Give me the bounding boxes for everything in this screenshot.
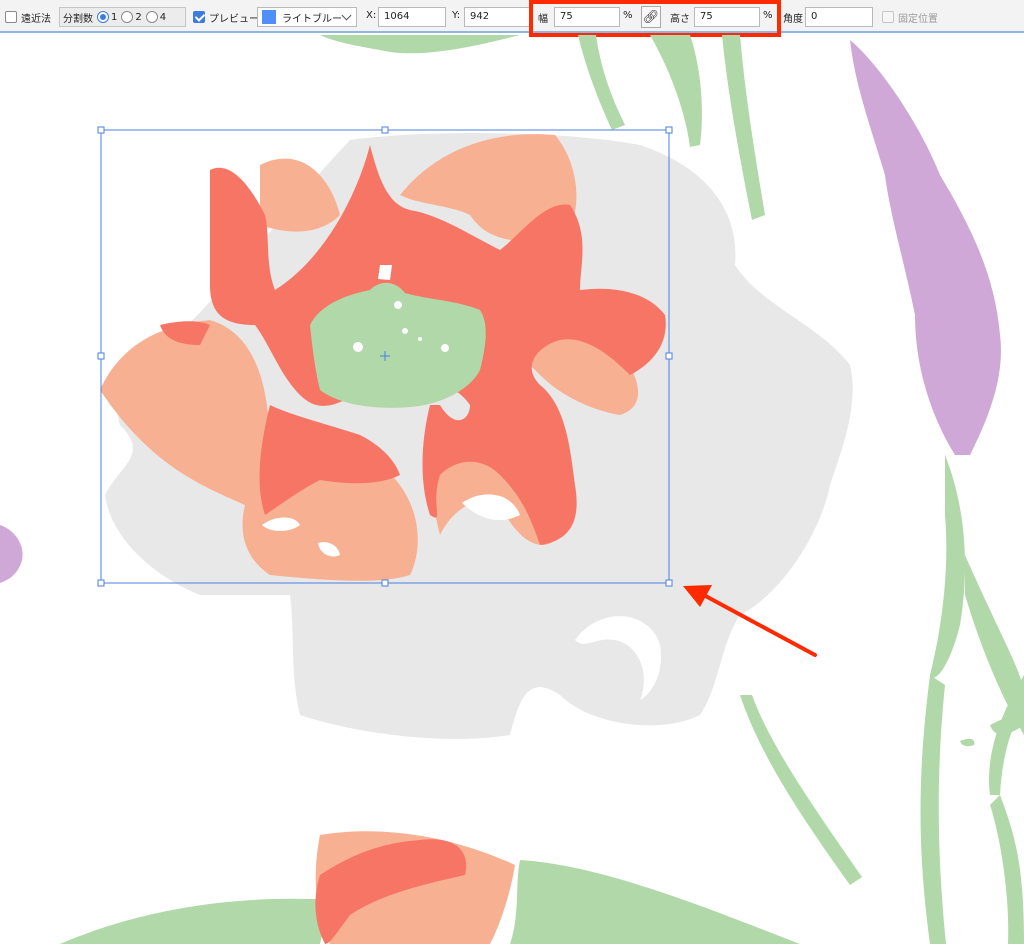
perspective-label: 遠近法: [21, 13, 51, 25]
divisions-option-4: 4: [159, 11, 167, 23]
handle-bottom-right[interactable]: [665, 579, 673, 587]
link-aspect-button[interactable]: 🔗︎: [641, 6, 661, 28]
height-label: 高さ: [670, 14, 690, 25]
color-swatch: [262, 10, 276, 24]
handle-top-right[interactable]: [665, 126, 673, 134]
divisions-radio-2[interactable]: [121, 11, 134, 23]
divisions-option-1: 1: [111, 11, 118, 23]
canvas-artwork: [0, 35, 1024, 944]
color-select-value: ライトブルー: [282, 13, 342, 25]
x-field[interactable]: 1064: [378, 7, 446, 27]
width-label: 幅: [538, 14, 548, 25]
preview-label: プレビュー: [209, 13, 259, 25]
y-field[interactable]: 942: [464, 7, 532, 27]
fixed-position-checkbox[interactable]: [882, 11, 894, 23]
handle-middle-right[interactable]: [665, 352, 673, 360]
width-field[interactable]: 75: [554, 7, 620, 27]
perspective-checkbox[interactable]: [5, 11, 17, 23]
handle-top-left[interactable]: [97, 126, 105, 134]
divisions-radio-1[interactable]: [97, 11, 109, 23]
handle-bottom-center[interactable]: [381, 579, 389, 587]
preview-toggle[interactable]: プレビュー: [193, 7, 259, 27]
width-unit: %: [623, 10, 633, 21]
height-unit: %: [763, 10, 773, 21]
angle-label: 角度: [783, 14, 803, 25]
preview-checkbox[interactable]: [193, 11, 205, 23]
divisions-option-2: 2: [135, 11, 142, 23]
tool-property-bar: 遠近法 分割数 1 2 4 プレビュー ライトブルー X: 1064 Y: 94…: [0, 0, 1024, 33]
drawing-canvas[interactable]: [0, 35, 1024, 944]
chain-link-icon: 🔗︎: [642, 9, 660, 25]
divisions-group: 分割数 1 2 4: [59, 7, 186, 27]
handle-middle-left[interactable]: [97, 352, 105, 360]
divisions-radio-4[interactable]: [145, 11, 158, 23]
divisions-label: 分割数: [63, 13, 93, 25]
angle-field[interactable]: 0: [805, 7, 873, 27]
fixed-position-toggle[interactable]: 固定位置: [882, 7, 938, 27]
perspective-toggle[interactable]: 遠近法: [5, 7, 51, 27]
handle-bottom-left[interactable]: [97, 579, 105, 587]
x-label: X:: [366, 10, 377, 21]
fixed-position-label: 固定位置: [898, 13, 938, 25]
y-label: Y:: [452, 10, 461, 21]
height-field[interactable]: 75: [694, 7, 760, 27]
chevron-down-icon: [341, 10, 352, 21]
color-select[interactable]: ライトブルー: [257, 7, 357, 27]
handle-top-center[interactable]: [381, 126, 389, 134]
